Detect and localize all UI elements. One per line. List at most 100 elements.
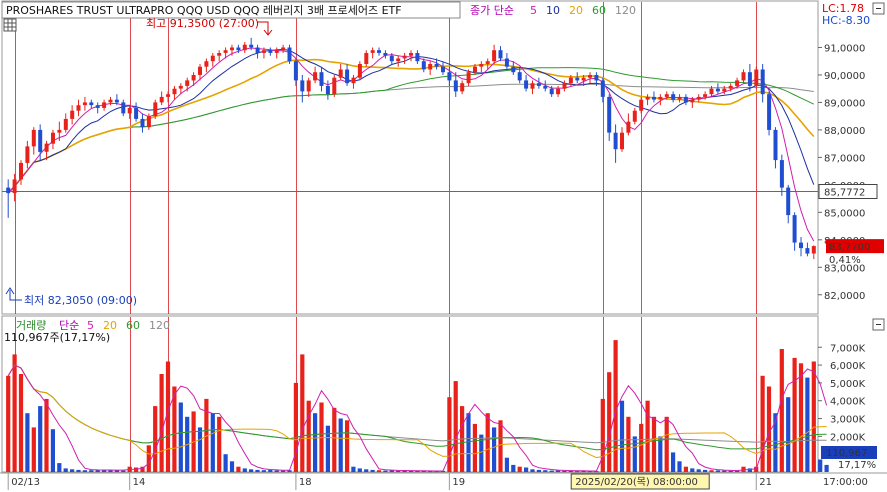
candle-body	[524, 80, 529, 89]
candle	[805, 242, 810, 257]
ma-line-60	[7, 67, 815, 194]
candle-body	[536, 83, 541, 86]
candle	[268, 47, 273, 56]
volume-bar	[613, 340, 618, 472]
volume-bar	[274, 470, 279, 472]
candle	[351, 74, 356, 89]
candle-body	[12, 179, 17, 194]
candle	[767, 91, 772, 136]
price-tick-label: 88,0000	[824, 126, 865, 137]
time-tick-label: 02/13	[11, 477, 40, 488]
volume-bar	[345, 420, 350, 472]
candle	[6, 179, 11, 218]
volume-bar	[370, 469, 375, 472]
candle	[255, 44, 260, 59]
candle-body	[25, 146, 30, 163]
candle-body	[594, 75, 599, 81]
hc-label: HC:-8.30	[822, 14, 870, 27]
candle	[607, 94, 612, 141]
price-tick-label: 85,0000	[824, 208, 865, 219]
candle	[460, 80, 465, 95]
candle	[345, 63, 350, 86]
candle	[613, 124, 618, 163]
candle-body	[364, 53, 369, 64]
candle	[313, 66, 318, 84]
panel-collapse-icon[interactable]	[872, 2, 885, 15]
candle	[153, 99, 158, 119]
candle	[338, 63, 343, 81]
volume-panel-border	[1, 315, 819, 473]
price-tick-label: 89,0000	[824, 98, 865, 109]
volume-bar	[709, 470, 714, 472]
candle	[370, 47, 375, 59]
settings-icon[interactable]	[3, 18, 17, 32]
volume-bar	[50, 429, 55, 472]
candle-body	[479, 64, 484, 67]
volume-bar	[690, 468, 695, 472]
candle	[287, 44, 292, 64]
candle-body	[102, 102, 107, 108]
candle-body	[89, 102, 94, 106]
candle-body	[639, 99, 644, 111]
volume-ma-period-60: 60	[126, 319, 140, 332]
volume-ma-line-20	[7, 364, 827, 459]
candle	[210, 52, 215, 67]
volume-ma-line-120	[7, 364, 827, 444]
candle-body	[191, 75, 196, 81]
candle	[754, 66, 759, 89]
volume-bar	[530, 469, 535, 472]
candle-body	[658, 96, 663, 100]
candle-body	[620, 132, 624, 150]
price-tick-label: 87,0000	[824, 153, 865, 164]
candle-body	[492, 50, 497, 62]
candle	[63, 113, 68, 133]
candle	[715, 83, 720, 95]
candle-body	[389, 55, 394, 62]
volume-bar	[511, 464, 516, 472]
candle	[556, 85, 561, 97]
volume-bar	[197, 427, 203, 472]
volume-bar	[31, 427, 36, 472]
volume-bar	[485, 413, 490, 472]
volume-bar	[818, 459, 823, 472]
volume-bar	[619, 400, 625, 472]
volume-bar	[229, 461, 235, 472]
candle	[12, 173, 17, 202]
candle-body	[82, 102, 87, 106]
candle-body	[811, 246, 816, 254]
volume-ma-line-60	[7, 364, 827, 451]
volume-bar	[223, 454, 228, 472]
candle-body	[383, 53, 388, 56]
candle	[588, 72, 592, 84]
candle-body	[511, 66, 516, 73]
candle	[779, 154, 784, 196]
volume-bar	[722, 470, 727, 472]
volume-bar	[121, 470, 126, 472]
volume-bar	[217, 416, 222, 472]
time-tick-label: 21	[759, 477, 772, 488]
candle	[325, 80, 330, 100]
candle-body	[805, 248, 810, 254]
candle-body	[319, 72, 324, 86]
price-tick-label: 82,0000	[824, 291, 865, 302]
candle	[402, 52, 407, 64]
volume-bar	[255, 469, 260, 472]
volume-panel-collapse-icon[interactable]	[872, 318, 885, 331]
candle-body	[652, 96, 656, 100]
volume-bar	[357, 468, 362, 472]
volume-bar	[498, 420, 503, 472]
candle-body	[293, 61, 298, 81]
ma-period-5: 5	[530, 4, 537, 17]
candle-body	[377, 50, 381, 53]
candle-body	[722, 88, 727, 92]
candle-body	[127, 107, 132, 114]
candle-body	[172, 88, 177, 95]
candle-body	[6, 187, 11, 194]
candle-body	[581, 77, 586, 81]
volume-bar	[760, 375, 765, 472]
volume-tick-label: 5,000K	[830, 379, 866, 390]
volume-bar	[786, 397, 791, 472]
candle	[639, 96, 644, 114]
candle-body	[562, 83, 567, 89]
candle	[415, 50, 420, 64]
